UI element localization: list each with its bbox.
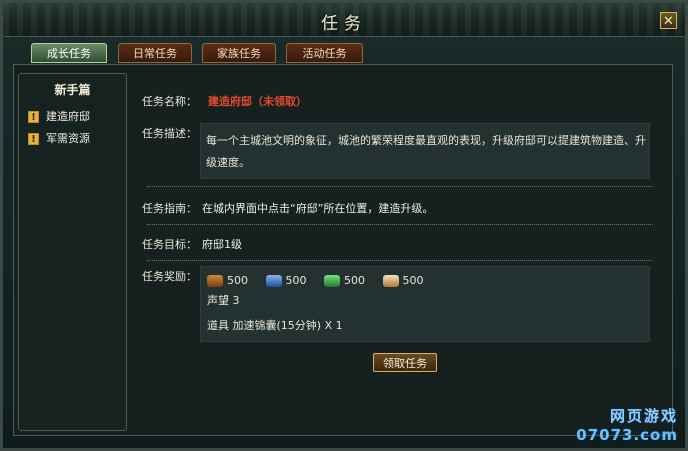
exclamation-icon: !: [28, 111, 39, 123]
accept-quest-button[interactable]: 领取任务: [373, 353, 437, 372]
quest-desc-text: 每一个主城池文明的象征，城池的繁荣程度最直观的表现，升级府邸可以提建筑物建造、升…: [206, 134, 646, 169]
quest-reward-box: 500 500 500 500 声望 3 道具 加速锦囊(15分钟) X 1: [200, 266, 650, 342]
sidebar-item-label: 军需资源: [46, 132, 90, 145]
watermark-line1: 网页游戏: [609, 407, 678, 425]
silver-icon: [382, 275, 399, 287]
divider: [147, 260, 653, 261]
ore-icon: [265, 275, 282, 287]
exclamation-icon: !: [28, 133, 39, 145]
quest-detail: 任务名称： 建造府邸（未领取） 任务描述： 每一个主城池文明的象征，城池的繁荣程…: [130, 73, 670, 431]
title-bar: 任务 ✕: [3, 3, 685, 37]
tab-family-quests[interactable]: 家族任务: [202, 43, 276, 63]
site-watermark: 网页游戏 07073.com: [576, 405, 678, 444]
sidebar-item-label: 建造府邸: [46, 110, 90, 123]
quest-desc-label: 任务描述：: [142, 127, 197, 140]
sidebar-heading: 新手篇: [54, 83, 91, 97]
reputation-reward: 声望 3: [207, 294, 240, 307]
item-reward: 道具 加速锦囊(15分钟) X 1: [207, 319, 343, 332]
quest-goal-label: 任务目标：: [142, 238, 197, 251]
quest-guide-value: 在城内界面中点击“府邸”所在位置，建造升级。: [202, 202, 434, 215]
window-title: 任务: [321, 14, 367, 34]
divider: [147, 224, 653, 225]
food-icon: [324, 275, 340, 287]
close-icon[interactable]: ✕: [660, 12, 677, 29]
wood-icon: [207, 275, 223, 287]
quest-reward-label: 任务奖励：: [142, 270, 197, 283]
quest-desc-box: 每一个主城池文明的象征，城池的繁荣程度最直观的表现，升级府邸可以提建筑物建造、升…: [200, 123, 650, 179]
quest-name-label: 任务名称：: [142, 95, 197, 108]
reward-amount: 500: [402, 274, 424, 287]
tab-event-quests[interactable]: 活动任务: [286, 43, 363, 63]
tab-growth-quests[interactable]: 成长任务: [31, 43, 107, 63]
resource-rewards: 500 500 500 500: [207, 272, 438, 290]
tab-daily-quests[interactable]: 日常任务: [118, 43, 192, 63]
reward-amount: 500: [227, 274, 248, 287]
divider: [147, 186, 653, 187]
reward-amount: 500: [344, 274, 365, 287]
sidebar-item-build-mansion[interactable]: ! 建造府邸: [28, 109, 90, 125]
quest-guide-label: 任务指南：: [142, 202, 197, 215]
quest-goal-value: 府邸1级: [202, 238, 242, 251]
reward-amount: 500: [285, 274, 307, 287]
quest-list-sidebar: 新手篇 ! 建造府邸 ! 军需资源: [18, 73, 127, 431]
quest-name-value: 建造府邸（未领取）: [208, 95, 307, 108]
watermark-line2: 07073.com: [576, 426, 678, 444]
sidebar-item-military-supplies[interactable]: ! 军需资源: [28, 131, 90, 147]
